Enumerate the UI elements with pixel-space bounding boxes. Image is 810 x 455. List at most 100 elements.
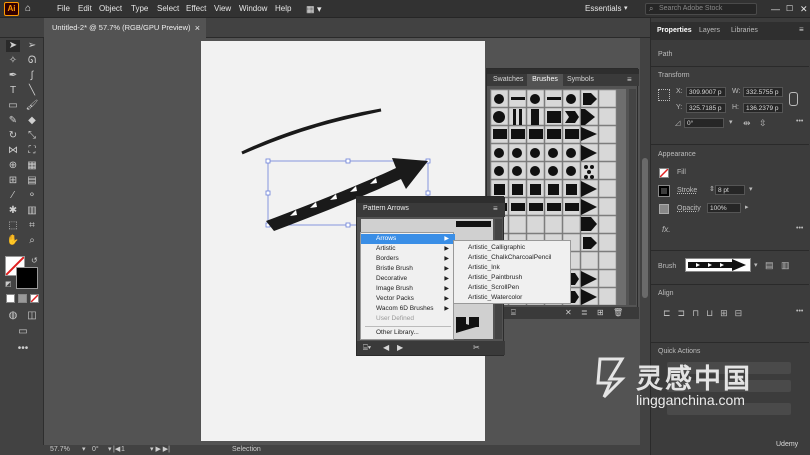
menu-effect[interactable]: Effect — [186, 0, 206, 18]
default-colors-icon[interactable]: ◩ — [5, 280, 12, 288]
scale-tool-icon[interactable]: ⤡ — [25, 130, 39, 142]
remove-stroke-icon[interactable]: ✕ — [565, 307, 572, 319]
arrange-documents-icon[interactable]: ▦ ▾ — [306, 0, 322, 18]
artboard-nav-icons[interactable]: ▾ ▶ ▶| — [150, 445, 170, 455]
zoom-chevron-icon[interactable]: ▾ — [82, 445, 86, 455]
opacity-field[interactable]: 100% — [707, 203, 741, 213]
brush-chevron-icon[interactable]: ▾ — [754, 261, 758, 269]
slice-tool-icon[interactable]: ⌗ — [25, 220, 39, 232]
direct-selection-tool-icon[interactable]: ➢ — [25, 40, 39, 52]
paintbrush-tool-icon[interactable]: 🖌 — [25, 100, 39, 112]
more-options-icon[interactable]: ••• — [796, 118, 803, 125]
artboard-number[interactable]: 1 — [121, 445, 125, 455]
search-box[interactable]: ⌕ Search Adobe Stock — [645, 3, 757, 15]
library-menu-icon[interactable]: ⌸▾ — [363, 341, 371, 355]
more-options-icon[interactable]: ••• — [796, 308, 803, 315]
selection-tool-icon[interactable]: ➤ — [6, 40, 20, 52]
menu-file[interactable]: File — [57, 0, 70, 18]
opacity-label[interactable]: Opacity — [677, 205, 701, 212]
menu-item-decorative[interactable]: Decorative ▶ — [361, 274, 455, 284]
angle-chevron-icon[interactable]: ▾ — [729, 118, 733, 126]
none-mode-icon[interactable] — [30, 294, 39, 303]
color-mode-icon[interactable] — [6, 294, 15, 303]
fx-icon[interactable]: fx. — [662, 225, 670, 234]
brush-libraries-icon[interactable]: ⌸ — [511, 307, 516, 319]
delete-brush-icon[interactable]: 🗑 — [613, 307, 623, 319]
tab-libraries[interactable]: Libraries — [731, 22, 758, 40]
pen-tool-icon[interactable]: ✒ — [6, 70, 20, 82]
more-tools-icon[interactable]: ••• — [16, 343, 30, 355]
stroke-swatch[interactable] — [16, 267, 38, 289]
tab-brushes[interactable]: Brushes — [527, 74, 563, 86]
submenu-item-chalk-charcoal-pencil[interactable]: Artistic_ChalkCharcoalPencil — [454, 253, 572, 263]
menu-item-image-brush[interactable]: Image Brush ▶ — [361, 284, 455, 294]
tab-properties[interactable]: Properties — [657, 22, 692, 40]
menu-item-other-library[interactable]: Other Library... — [361, 328, 455, 338]
zoom-level[interactable]: 57.7% — [50, 445, 70, 455]
workspace-chevron-icon[interactable]: ▾ — [624, 0, 628, 18]
new-brush-icon[interactable]: ⊞ — [597, 307, 604, 319]
symbol-sprayer-tool-icon[interactable]: ✱ — [6, 205, 20, 217]
align-buttons-icon[interactable]: ⊏⊐⊓⊔⊞⊟ — [663, 308, 749, 319]
tab-symbols[interactable]: Symbols — [567, 74, 594, 86]
fill-color-swatch[interactable] — [659, 168, 669, 178]
x-field[interactable]: 309.9007 p — [686, 87, 726, 97]
rotation-chevron-icon[interactable]: ▾ — [108, 445, 112, 455]
reference-point-icon[interactable] — [658, 89, 670, 101]
curvature-tool-icon[interactable]: ∫ — [25, 70, 39, 82]
panel-menu-icon[interactable]: ≡ — [627, 74, 632, 86]
tab-layers[interactable]: Layers — [699, 22, 720, 40]
submenu-item-calligraphic[interactable]: Artistic_Calligraphic — [454, 243, 572, 253]
stroke-label[interactable]: Stroke — [677, 187, 697, 194]
submenu-item-scrollpen[interactable]: Artistic_ScrollPen — [454, 283, 572, 293]
swap-fill-stroke-icon[interactable]: ↺ — [31, 256, 38, 265]
scissors-icon[interactable]: ✂ — [473, 341, 480, 355]
brush-grid-scrollbar[interactable] — [629, 89, 636, 305]
stroke-color-swatch[interactable] — [658, 185, 670, 197]
menu-edit[interactable]: Edit — [78, 0, 92, 18]
panel-menu-icon[interactable]: ≡ — [799, 25, 804, 34]
menu-type[interactable]: Type — [131, 0, 148, 18]
home-icon[interactable]: ⌂ — [25, 0, 31, 18]
brush-options-icon[interactable]: ▤ — [765, 260, 774, 271]
calligraphic-stroke[interactable] — [241, 108, 382, 155]
submenu-item-ink[interactable]: Artistic_Ink — [454, 263, 572, 273]
shape-builder-tool-icon[interactable]: ⊕ — [6, 160, 20, 172]
scroll-thumb[interactable] — [642, 158, 648, 298]
hand-tool-icon[interactable]: ✋ — [6, 235, 20, 247]
menu-object[interactable]: Object — [99, 0, 122, 18]
draw-behind-icon[interactable]: ◫ — [25, 310, 39, 322]
brush-libraries-icon[interactable]: ▥ — [781, 260, 790, 271]
type-tool-icon[interactable]: T — [6, 85, 20, 97]
menu-item-bristle-brush[interactable]: Bristle Brush ▶ — [361, 264, 455, 274]
eyedropper-tool-icon[interactable]: ⁄ — [6, 190, 20, 202]
y-field[interactable]: 325.7185 p — [686, 103, 726, 113]
stroke-weight-field[interactable]: 8 pt — [715, 185, 745, 195]
column-graph-tool-icon[interactable]: ▥ — [25, 205, 39, 217]
minimize-icon[interactable]: — — [771, 0, 780, 18]
next-library-icon[interactable]: ▶ — [397, 341, 403, 355]
flip-vertical-icon[interactable]: ⇳ — [759, 118, 767, 129]
artboard-tool-icon[interactable]: ⬚ — [6, 220, 20, 232]
rotate-tool-icon[interactable]: ↻ — [6, 130, 20, 142]
menu-item-vector-packs[interactable]: Vector Packs ▶ — [361, 294, 455, 304]
mesh-tool-icon[interactable]: ⊞ — [6, 175, 20, 187]
magic-wand-tool-icon[interactable]: ✧ — [6, 55, 20, 67]
rotation-value[interactable]: 0° — [92, 445, 99, 455]
menu-item-arrows[interactable]: Arrows ▶ — [361, 234, 455, 244]
eraser-tool-icon[interactable]: ◆ — [25, 115, 39, 127]
gradient-tool-icon[interactable]: ▤ — [25, 175, 39, 187]
shaper-tool-icon[interactable]: ✎ — [6, 115, 20, 127]
more-options-icon[interactable]: ••• — [796, 225, 803, 232]
stroke-chevron-icon[interactable]: ▾ — [749, 185, 753, 193]
constrain-proportions-icon[interactable] — [789, 92, 798, 106]
tab-swatches[interactable]: Swatches — [493, 74, 523, 86]
pattern-panel-menu-icon[interactable]: ≡ — [493, 204, 498, 213]
flip-horizontal-icon[interactable]: ⇹ — [743, 118, 751, 129]
menu-view[interactable]: View — [214, 0, 231, 18]
menu-window[interactable]: Window — [239, 0, 267, 18]
submenu-item-watercolor[interactable]: Artistic_Watercolor — [454, 293, 572, 303]
document-tab[interactable]: Untitled-2* @ 57.7% (RGB/GPU Preview) × — [44, 18, 206, 38]
menu-select[interactable]: Select — [157, 0, 179, 18]
zoom-tool-icon[interactable]: ⌕ — [25, 235, 39, 247]
